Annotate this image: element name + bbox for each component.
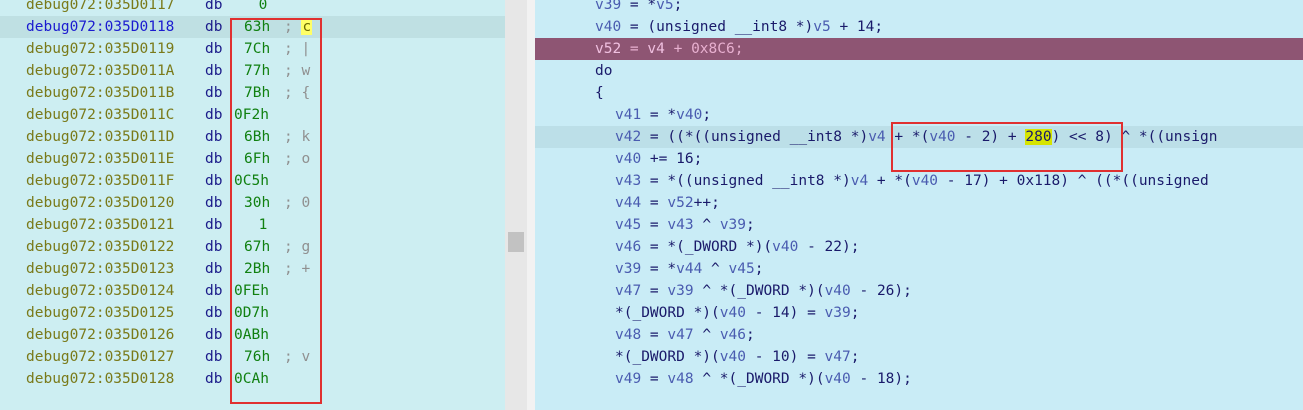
variable-token[interactable]: v47 xyxy=(615,283,641,299)
variable-token[interactable]: v45 xyxy=(729,261,755,277)
hex-row-directive: db xyxy=(205,19,223,35)
variable-token[interactable]: v40 xyxy=(676,107,702,123)
variable-token[interactable]: v47 xyxy=(825,349,851,365)
annotation-box-expression xyxy=(891,122,1123,172)
code-line[interactable]: v39 = *v44 ^ v45; xyxy=(535,258,1303,280)
hex-row[interactable]: debug072:035D0117 db 0 xyxy=(0,0,505,16)
hex-row-directive: db xyxy=(205,107,223,123)
variable-token[interactable]: v40 xyxy=(825,371,851,387)
hex-row-address[interactable]: debug072:035D011A xyxy=(26,60,174,82)
variable-token[interactable]: v40 xyxy=(595,19,621,35)
variable-token[interactable]: v4 xyxy=(868,129,885,145)
variable-token[interactable]: v39 xyxy=(595,0,621,13)
variable-token[interactable]: v5 xyxy=(813,19,830,35)
hex-row-address[interactable]: debug072:035D0119 xyxy=(26,38,174,60)
hex-row-directive: db xyxy=(205,239,223,255)
hex-row-directive: db xyxy=(205,0,223,13)
hex-row-address[interactable]: debug072:035D0123 xyxy=(26,258,174,280)
variable-token[interactable]: v40 xyxy=(615,151,641,167)
hex-row-address[interactable]: debug072:035D0127 xyxy=(26,346,174,368)
hex-row-address[interactable]: debug072:035D0117 xyxy=(26,0,174,16)
variable-token[interactable]: v44 xyxy=(676,261,702,277)
hex-row-directive: db xyxy=(205,349,223,365)
hex-row-address[interactable]: debug072:035D011E xyxy=(26,148,174,170)
hex-row-directive: db xyxy=(205,41,223,57)
hex-row-directive: db xyxy=(205,129,223,145)
variable-token[interactable]: v39 xyxy=(667,283,693,299)
variable-token[interactable]: v5 xyxy=(656,0,673,13)
code-line[interactable]: do xyxy=(535,60,1303,82)
hex-row-value[interactable]: 0 xyxy=(252,0,274,16)
hex-row-directive: db xyxy=(205,151,223,167)
hex-row-address[interactable]: debug072:035D0118 xyxy=(26,16,174,38)
pseudocode-pane[interactable]: v39 = *v5; v40 = (unsigned __int8 *)v5 + … xyxy=(535,0,1303,410)
variable-token[interactable]: v44 xyxy=(615,195,641,211)
hex-row-address[interactable]: debug072:035D0120 xyxy=(26,192,174,214)
code-line[interactable]: v43 = *((unsigned __int8 *)v4 + *(v40 - … xyxy=(535,170,1303,192)
code-line[interactable]: *(_DWORD *)(v40 - 14) = v39; xyxy=(535,302,1303,324)
annotation-box-values xyxy=(230,18,322,404)
hex-row-address[interactable]: debug072:035D0124 xyxy=(26,280,174,302)
variable-token[interactable]: v49 xyxy=(615,371,641,387)
hex-row-address[interactable]: debug072:035D0126 xyxy=(26,324,174,346)
hex-row-address[interactable]: debug072:035D011C xyxy=(26,104,174,126)
variable-token[interactable]: v46 xyxy=(720,327,746,343)
code-line[interactable]: v49 = v48 ^ *(_DWORD *)(v40 - 18); xyxy=(535,368,1303,390)
variable-token[interactable]: v42 xyxy=(615,129,641,145)
hex-row-address[interactable]: debug072:035D011F xyxy=(26,170,174,192)
hex-row-address[interactable]: debug072:035D0121 xyxy=(26,214,174,236)
hex-row-directive: db xyxy=(205,195,223,211)
hex-row-directive: db xyxy=(205,327,223,343)
hex-row-address[interactable]: debug072:035D0125 xyxy=(26,302,174,324)
hex-view-pane[interactable]: debug072:035D0117 db 0 debug072:035D0118 db 6… xyxy=(0,0,505,410)
variable-token[interactable]: v43 xyxy=(667,217,693,233)
variable-token[interactable]: v46 xyxy=(615,239,641,255)
variable-token[interactable]: v43 xyxy=(615,173,641,189)
code-line[interactable]: v48 = v47 ^ v46; xyxy=(535,324,1303,346)
vertical-scrollbar[interactable] xyxy=(505,0,527,410)
code-line[interactable]: { xyxy=(535,82,1303,104)
variable-token[interactable]: v39 xyxy=(825,305,851,321)
hex-row-directive: db xyxy=(205,217,223,233)
scrollbar-thumb[interactable] xyxy=(508,232,524,252)
code-line[interactable]: v44 = v52++; xyxy=(535,192,1303,214)
hex-row-directive: db xyxy=(205,261,223,277)
variable-token[interactable]: v52 xyxy=(667,195,693,211)
code-line[interactable]: v45 = v43 ^ v39; xyxy=(535,214,1303,236)
variable-token[interactable]: v4 xyxy=(851,173,868,189)
pane-divider[interactable] xyxy=(527,0,535,410)
variable-token[interactable]: v4 xyxy=(647,41,664,57)
hex-row-directive: db xyxy=(205,173,223,189)
code-line[interactable]: v47 = v39 ^ *(_DWORD *)(v40 - 26); xyxy=(535,280,1303,302)
hex-row-address[interactable]: debug072:035D011D xyxy=(26,126,174,148)
variable-token[interactable]: v48 xyxy=(667,371,693,387)
code-line[interactable]: v40 = (unsigned __int8 *)v5 + 14; xyxy=(535,16,1303,38)
variable-token[interactable]: v39 xyxy=(615,261,641,277)
hex-row-address[interactable]: debug072:035D0122 xyxy=(26,236,174,258)
variable-token[interactable]: v39 xyxy=(720,217,746,233)
hex-row-directive: db xyxy=(205,63,223,79)
variable-token[interactable]: v47 xyxy=(667,327,693,343)
code-line[interactable]: v46 = *(_DWORD *)(v40 - 22); xyxy=(535,236,1303,258)
hex-row-directive: db xyxy=(205,305,223,321)
hex-row-directive: db xyxy=(205,371,223,387)
variable-token[interactable]: v41 xyxy=(615,107,641,123)
variable-token[interactable]: v45 xyxy=(615,217,641,233)
hex-row-address[interactable]: debug072:035D0128 xyxy=(26,368,174,390)
hex-row-directive: db xyxy=(205,85,223,101)
variable-token[interactable]: v40 xyxy=(825,283,851,299)
variable-token[interactable]: v40 xyxy=(772,239,798,255)
code-line[interactable]: v39 = *v5; xyxy=(535,0,1303,16)
variable-token[interactable]: v48 xyxy=(615,327,641,343)
hex-row-address[interactable]: debug072:035D011B xyxy=(26,82,174,104)
hex-row-directive: db xyxy=(205,283,223,299)
code-line[interactable]: *(_DWORD *)(v40 - 10) = v47; xyxy=(535,346,1303,368)
variable-token[interactable]: v40 xyxy=(912,173,938,189)
variable-token[interactable]: v40 xyxy=(720,349,746,365)
variable-token[interactable]: v52 xyxy=(595,41,621,57)
variable-token[interactable]: v40 xyxy=(720,305,746,321)
code-line[interactable]: v52 = v4 + 0x8C6; xyxy=(535,38,1303,60)
